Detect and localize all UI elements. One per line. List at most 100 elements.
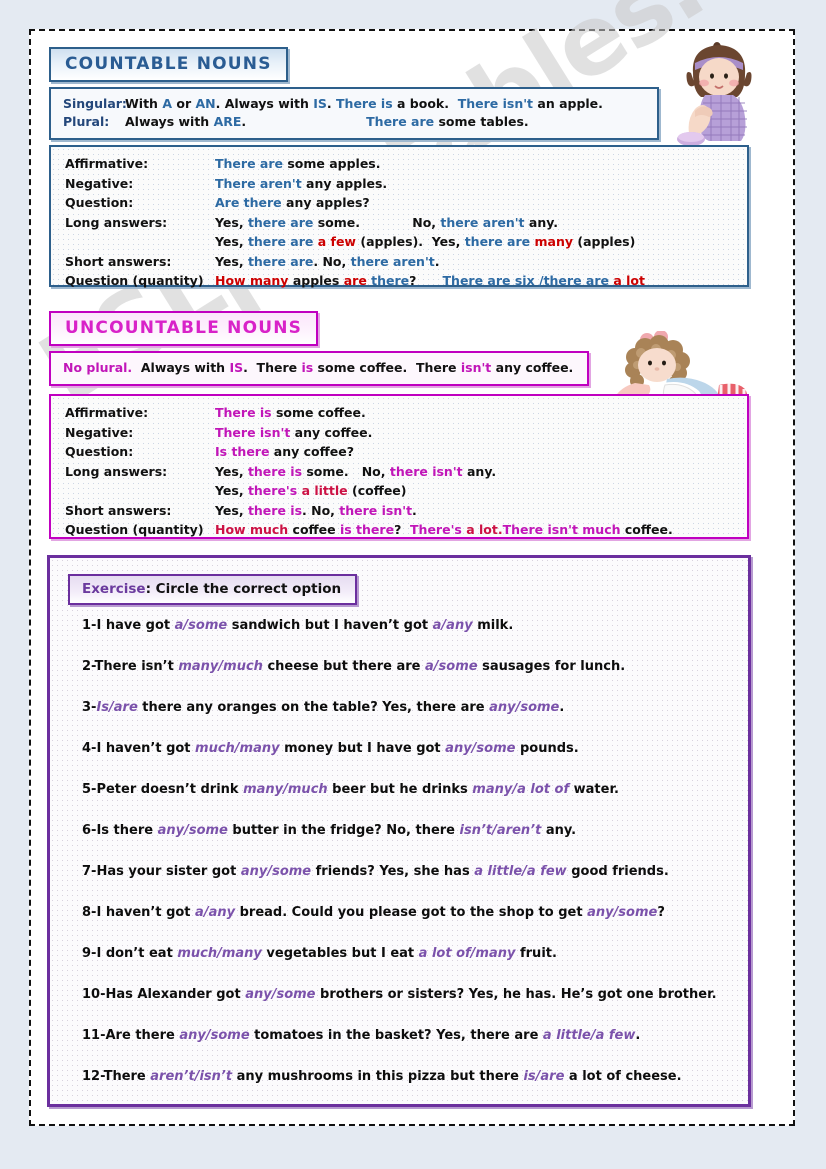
- text-segment-4: .: [412, 502, 417, 518]
- countable-row-label: [65, 232, 215, 252]
- exercise-option-choice[interactable]: is/are: [523, 1069, 564, 1084]
- text-segment-2: . No,: [302, 502, 340, 518]
- exercise-item-text: ?: [657, 905, 665, 920]
- exercise-option-choice[interactable]: many/a lot of: [472, 782, 569, 797]
- text-segment-9: (apples): [573, 234, 636, 249]
- exercise-item-number: 9-: [82, 946, 97, 961]
- countable-row-label: Question:: [65, 195, 134, 210]
- countable-section: COUNTABLE NOUNS: [49, 47, 749, 82]
- exercise-option-choice[interactable]: any/some: [158, 823, 228, 838]
- uncountable-rule-band: No plural. Always with IS. There is some…: [49, 351, 589, 386]
- text-segment-1: there are: [247, 234, 314, 249]
- exercise-option-choice[interactable]: Is/are: [96, 700, 137, 715]
- exercise-option-choice[interactable]: much/many: [177, 946, 262, 961]
- exercise-option-choice[interactable]: a/some: [175, 618, 228, 633]
- text-segment-1: any apples?: [281, 195, 370, 210]
- text-segment-4: (apples).: [356, 234, 432, 249]
- exercise-option-choice[interactable]: many/much: [178, 659, 263, 674]
- exercise-item-text: brothers or sisters? Yes, he has. He’s g…: [315, 987, 717, 1002]
- exercise-item[interactable]: 10-Has Alexander got any/some brothers o…: [82, 974, 734, 1015]
- exercise-item-text: any mushrooms in this pizza but there: [232, 1069, 524, 1084]
- text-segment-4: any.: [462, 463, 497, 479]
- sg-a: A: [162, 96, 172, 111]
- countable-row: Question (quantity) How many apples are t…: [65, 271, 739, 291]
- exercise-item[interactable]: 7-Has your sister got any/some friends? …: [82, 851, 734, 892]
- exercise-item-number: 11-: [82, 1028, 106, 1043]
- exercise-item[interactable]: 3-Is/are there any oranges on the table?…: [82, 687, 734, 728]
- text-segment-0: Are there: [215, 195, 282, 210]
- exercise-item[interactable]: 12-There aren’t/isn’t any mushrooms in t…: [82, 1056, 734, 1097]
- exercise-option-choice[interactable]: any/some: [179, 1028, 249, 1043]
- exercise-item[interactable]: 4-I haven’t got much/many money but I ha…: [82, 728, 734, 769]
- exercise-item-text: There isn’t: [94, 659, 179, 674]
- text-segment-4: There's: [410, 522, 462, 537]
- uncountable-row-label: Affirmative:: [65, 405, 149, 420]
- exercise-option-choice[interactable]: any/some: [245, 987, 315, 1002]
- exercise-option-choice[interactable]: any/some: [587, 905, 657, 920]
- uncountable-row-label: Question:: [65, 444, 134, 459]
- uncountable-row-label: Long answers:: [65, 463, 168, 479]
- text-segment-4: (coffee): [347, 483, 407, 498]
- uncountable-row: Negative: There isn't any coffee.: [65, 423, 739, 443]
- uncountable-row-value: How much coffee is there? There's a lot.…: [215, 520, 739, 540]
- text-segment-8: coffee.: [620, 522, 673, 537]
- countable-row-label: Affirmative:: [65, 156, 149, 171]
- exercise-item[interactable]: 6-Is there any/some butter in the fridge…: [82, 810, 734, 851]
- exercise-item[interactable]: 11-Are there any/some tomatoes in the ba…: [82, 1015, 734, 1056]
- sg-p3: . Always with: [215, 96, 314, 111]
- text-segment-5: ?: [409, 273, 443, 288]
- uncountable-row-value: Yes, there's a little (coffee): [215, 481, 739, 501]
- exercise-option-choice[interactable]: a/any: [195, 905, 235, 920]
- countable-row-label: Question (quantity): [65, 273, 204, 288]
- exercise-option-choice[interactable]: any/some: [241, 864, 311, 879]
- countable-row-value: How many apples are there? There are six…: [215, 271, 739, 291]
- exercise-heading-rest: : Circle the correct option: [145, 581, 342, 597]
- sg-ex1: There is: [336, 96, 393, 111]
- text-segment-1: any coffee?: [269, 444, 354, 459]
- text-segment-6: a lot.: [466, 522, 503, 537]
- sg-an: AN: [195, 96, 216, 111]
- text-segment-0: Yes,: [215, 214, 248, 230]
- uncountable-row-value: There is some coffee.: [215, 403, 739, 423]
- countable-row-value: Yes, there are. No, there aren't.: [215, 252, 739, 272]
- exercise-option-choice[interactable]: any/some: [489, 700, 559, 715]
- countable-row: Long answers: Yes, there are some. No, th…: [65, 213, 739, 233]
- exercise-item-text: Has Alexander got: [105, 987, 246, 1002]
- countable-table: Affirmative: There are some apples. Negati…: [65, 154, 739, 291]
- exercise-option-choice[interactable]: a/some: [425, 659, 478, 674]
- exercise-item[interactable]: 5-Peter doesn’t drink many/much beer but…: [82, 769, 734, 810]
- exercise-item-text: bread. Could you please got to the shop …: [235, 905, 588, 920]
- exercise-item-text: I don’t eat: [96, 946, 178, 961]
- exercise-heading: Exercise: Circle the correct option: [68, 574, 358, 605]
- exercise-heading-label: Exercise: [82, 581, 146, 597]
- exercise-item-text: I haven’t got: [96, 905, 196, 920]
- exercise-item-text: there any oranges on the table? Yes, the…: [137, 700, 490, 715]
- text-segment-3: a little: [301, 483, 348, 498]
- countable-title: COUNTABLE NOUNS: [49, 47, 288, 82]
- exercise-option-choice[interactable]: aren’t/isn’t: [150, 1069, 232, 1084]
- exercise-item[interactable]: 8-I haven’t got a/any bread. Could you p…: [82, 892, 734, 933]
- text-segment-3: there isn't: [339, 502, 413, 518]
- uncountable-row-value: Is there any coffee?: [215, 442, 739, 462]
- text-segment-7: There isn't much: [502, 522, 621, 537]
- exercise-item[interactable]: 9-I don’t eat much/many vegetables but I…: [82, 933, 734, 974]
- pl-ex1: There are: [366, 114, 435, 129]
- uncountable-row: Short answers: Yes, there is. No, there i…: [65, 501, 739, 521]
- text-segment-0: Yes,: [215, 463, 248, 479]
- uncountable-row: Long answers: Yes, there is some. No, the…: [65, 462, 739, 482]
- exercise-option-choice[interactable]: a/any: [433, 618, 473, 633]
- exercise-option-choice[interactable]: many/much: [243, 782, 328, 797]
- exercise-option-choice[interactable]: a lot of/many: [419, 946, 516, 961]
- exercise-option-choice[interactable]: a little/a few: [474, 864, 566, 879]
- exercise-option-choice[interactable]: any/some: [445, 741, 515, 756]
- exercise-item[interactable]: 2-There isn’t many/much cheese but there…: [82, 646, 734, 687]
- text-segment-2: is there: [339, 522, 395, 537]
- exercise-option-choice[interactable]: a little/a few: [543, 1028, 635, 1043]
- countable-row: Question: Are there any apples?: [65, 193, 739, 213]
- exercise-item[interactable]: 1-I have got a/some sandwich but I haven…: [82, 605, 734, 646]
- exercise-item-text: cheese but there are: [262, 659, 425, 674]
- exercise-option-choice[interactable]: much/many: [195, 741, 280, 756]
- sg-ex1b: a book.: [392, 96, 449, 111]
- uncountable-table: Affirmative: There is some coffee. Negativ…: [65, 403, 739, 540]
- exercise-option-choice[interactable]: isn’t/aren’t: [460, 823, 542, 838]
